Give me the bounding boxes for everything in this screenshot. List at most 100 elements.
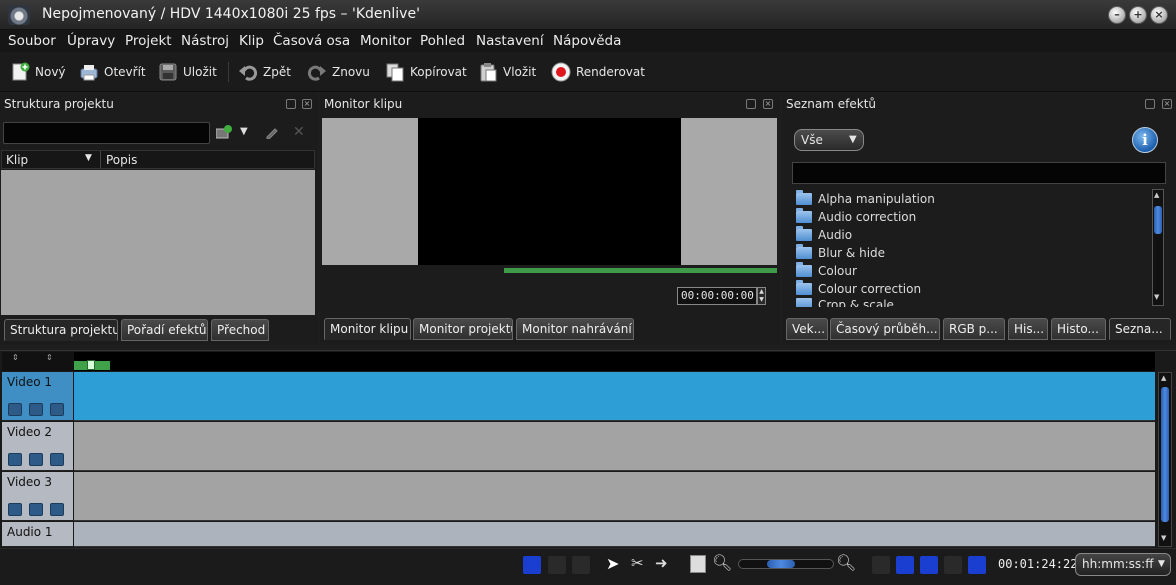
maximize-button[interactable]: +	[1129, 6, 1147, 24]
new-button[interactable]: Nový	[10, 61, 66, 83]
column-description[interactable]: Popis	[106, 153, 137, 167]
kdenlive-app-icon[interactable]	[8, 5, 30, 25]
effect-group-colour-correction[interactable]: Colour correction	[796, 280, 921, 298]
undo-button[interactable]: Zpět	[238, 61, 291, 83]
minimize-button[interactable]: –	[1108, 6, 1126, 24]
float-panel-icon[interactable]	[1145, 99, 1155, 109]
menu-nastroj[interactable]: Nástroj	[181, 33, 229, 49]
zoom-slider-handle[interactable]	[767, 560, 795, 568]
scroll-thumb[interactable]	[1154, 206, 1162, 234]
effect-search-input[interactable]	[792, 162, 1166, 184]
scroll-thumb[interactable]	[1161, 387, 1169, 522]
effect-group-crop[interactable]: Crop & scale	[796, 298, 894, 307]
fit-zoom-icon[interactable]	[690, 555, 706, 573]
track-header-video-1[interactable]: Video 1	[2, 372, 73, 421]
razor-tool-icon[interactable]: ✂	[631, 554, 644, 572]
column-clip[interactable]: Klip	[6, 153, 28, 167]
effect-info-icon[interactable]: i	[1132, 127, 1158, 153]
effect-group-colour[interactable]: Colour	[796, 262, 857, 280]
tab-histogram-2[interactable]: Histo...	[1051, 318, 1106, 340]
menu-nastaveni[interactable]: Nastavení	[476, 33, 544, 49]
collapse-tracks-icon[interactable]: ⇕	[12, 353, 19, 362]
snap-icon[interactable]	[896, 556, 914, 574]
open-button[interactable]: Otevřít	[79, 61, 146, 83]
expand-tracks-icon[interactable]: ⇕	[46, 353, 53, 362]
scroll-down-icon[interactable]: ▼	[1161, 534, 1166, 542]
float-panel-icon[interactable]	[746, 99, 756, 109]
menu-pohled[interactable]: Pohled	[420, 33, 465, 49]
lock-icon[interactable]	[8, 403, 22, 416]
project-search-input[interactable]	[3, 122, 210, 144]
paste-button[interactable]: Vložit	[478, 61, 536, 83]
tab-project-tree[interactable]: Struktura projektu	[4, 319, 118, 341]
delete-clip-icon[interactable]: ✕	[293, 124, 305, 140]
hide-video-icon[interactable]	[50, 403, 64, 416]
menu-klip[interactable]: Klip	[239, 33, 264, 49]
tab-record-monitor[interactable]: Monitor nahrávání	[516, 318, 634, 340]
tab-clip-monitor[interactable]: Monitor klipu	[324, 318, 411, 340]
track-video-2[interactable]	[74, 422, 1155, 471]
effect-group-audio[interactable]: Audio	[796, 226, 852, 244]
scroll-down-icon[interactable]: ▼	[1154, 293, 1159, 301]
split-audio-icon[interactable]	[872, 556, 890, 574]
audio-mode-icon[interactable]	[944, 556, 962, 574]
spacer-tool-icon[interactable]: ➜	[655, 554, 668, 572]
project-clip-list[interactable]	[1, 170, 315, 315]
copy-button[interactable]: Kopírovat	[385, 61, 467, 83]
hide-video-icon[interactable]	[50, 503, 64, 516]
effect-group-blur[interactable]: Blur & hide	[796, 244, 885, 262]
edit-clip-icon[interactable]	[265, 125, 279, 140]
zoom-in-icon[interactable]: 🔍︎	[836, 553, 856, 572]
float-panel-icon[interactable]	[286, 99, 296, 109]
mute-icon[interactable]	[29, 403, 43, 416]
close-panel-icon[interactable]: ×	[1162, 99, 1172, 109]
menu-monitor[interactable]: Monitor	[360, 33, 411, 49]
zoom-out-icon[interactable]: 🔍︎	[712, 553, 732, 572]
redo-button[interactable]: Znovu	[307, 61, 370, 83]
timecode-spinner[interactable]: ▲ ▼	[757, 287, 766, 305]
selection-tool-icon[interactable]: ➤	[606, 554, 619, 573]
effects-scrollbar[interactable]: ▲ ▼	[1152, 189, 1164, 306]
menu-projekt[interactable]: Projekt	[125, 33, 172, 49]
menu-upravy[interactable]: Úpravy	[67, 33, 115, 49]
playhead-marker[interactable]	[87, 360, 95, 370]
render-button[interactable]: Renderovat	[551, 61, 645, 83]
show-markers-icon[interactable]	[572, 556, 590, 574]
video-preview[interactable]	[418, 118, 681, 265]
track-video-1[interactable]	[74, 372, 1155, 421]
track-header-audio-1[interactable]: Audio 1	[2, 522, 73, 547]
monitor-timecode-field[interactable]: 00:00:00:00	[677, 287, 757, 305]
tab-vectorscope[interactable]: Vek...	[786, 318, 828, 340]
tab-waveform[interactable]: Časový průběh...	[830, 318, 940, 340]
tab-effect-stack[interactable]: Pořadí efektů	[121, 319, 208, 341]
video-mode-icon[interactable]	[968, 556, 986, 574]
tab-histogram[interactable]: His...	[1008, 318, 1048, 340]
menu-casova-osa[interactable]: Časová osa	[273, 33, 350, 49]
add-clip-icon[interactable]	[215, 125, 232, 139]
position-ruler[interactable]	[504, 268, 777, 273]
tab-rgb-parade[interactable]: RGB p...	[943, 318, 1005, 340]
close-panel-icon[interactable]: ×	[763, 99, 773, 109]
effect-group-audio-correction[interactable]: Audio correction	[796, 208, 916, 226]
scroll-up-icon[interactable]: ▲	[1154, 191, 1159, 199]
mute-icon[interactable]	[29, 453, 43, 466]
mute-icon[interactable]	[29, 503, 43, 516]
hide-video-icon[interactable]	[50, 453, 64, 466]
lock-icon[interactable]	[8, 453, 22, 466]
show-thumbnails-icon[interactable]	[523, 556, 541, 574]
track-header-video-3[interactable]: Video 3	[2, 472, 73, 521]
effect-group-alpha[interactable]: Alpha manipulation	[796, 190, 935, 208]
timeline-scrollbar[interactable]: ▲ ▼	[1158, 372, 1172, 547]
save-button[interactable]: Uložit	[158, 61, 217, 83]
tab-project-monitor[interactable]: Monitor projektu	[413, 318, 513, 340]
track-header-video-2[interactable]: Video 2	[2, 422, 73, 471]
scroll-up-icon[interactable]: ▲	[1161, 374, 1166, 382]
zoom-slider[interactable]	[738, 559, 834, 569]
track-video-3[interactable]	[74, 472, 1155, 521]
add-clip-dropdown-chevron-icon[interactable]: ▼	[240, 126, 248, 137]
tab-effects-list[interactable]: Sezna...	[1109, 318, 1171, 340]
show-audio-thumbnails-icon[interactable]	[548, 556, 566, 574]
close-button[interactable]: ×	[1150, 6, 1168, 24]
menu-soubor[interactable]: Soubor	[8, 33, 56, 49]
timecode-format-select[interactable]: hh:mm:ss:ff ▼	[1075, 553, 1171, 576]
